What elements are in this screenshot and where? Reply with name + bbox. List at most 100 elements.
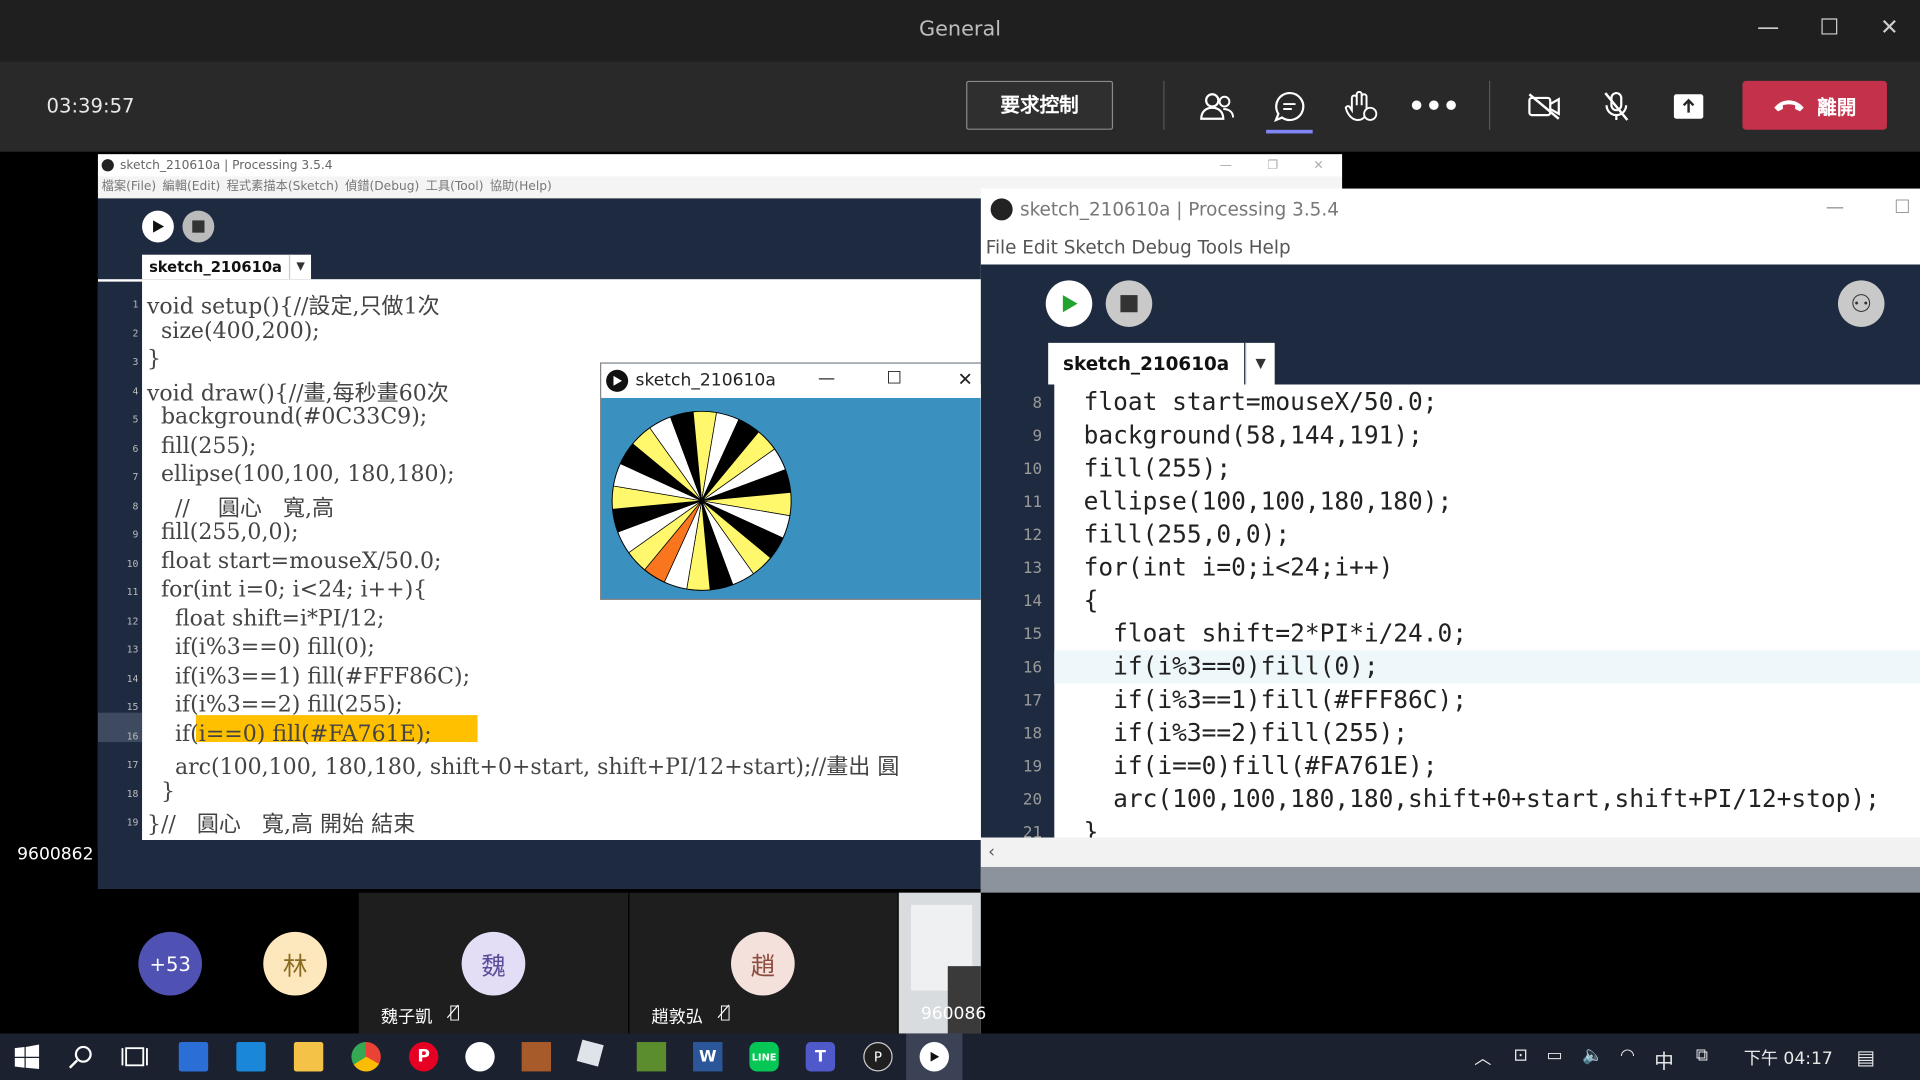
ime-indicator[interactable]: 中	[1654, 1044, 1674, 1073]
left-sketch-tab[interactable]: sketch_210610a	[142, 254, 289, 280]
minimize-icon[interactable]: —	[818, 369, 835, 389]
code-line[interactable]: }// 圓心 寬,高 開始 結束	[147, 807, 415, 839]
right-sketch-tab[interactable]: sketch_210610a	[1048, 342, 1245, 385]
mic-off-icon[interactable]	[1593, 83, 1640, 130]
code-line[interactable]: for(int i=0; i<24; i++){	[147, 577, 427, 603]
code-line[interactable]: background(#0C33C9);	[147, 404, 427, 430]
tab-menu-icon[interactable]: ▼	[288, 254, 312, 280]
maximize-icon[interactable]: ☐	[1815, 15, 1844, 44]
pinterest-icon[interactable]: P	[408, 1042, 439, 1072]
app-icon[interactable]	[521, 1042, 552, 1072]
device-icon[interactable]: ⊡	[1513, 1046, 1527, 1066]
code-line[interactable]: arc(100,100,180,180,shift+0+start,shift+…	[1084, 784, 1880, 813]
code-line[interactable]: if(i%3==1) fill(#FFF86C);	[147, 663, 470, 689]
right-code-editor[interactable]: 8 float start=mouseX/50.0; 9 background(58,…	[980, 384, 1920, 838]
app-icon[interactable]	[465, 1042, 495, 1072]
toolbar-divider	[1163, 80, 1165, 130]
code-line[interactable]: arc(100,100, 180,180, shift+0+start, shi…	[147, 749, 899, 781]
line-number: 12	[126, 615, 139, 627]
reactions-icon[interactable]	[1338, 83, 1385, 130]
code-line[interactable]: // 圓心 寬,高	[147, 490, 334, 522]
mail-icon[interactable]	[236, 1042, 266, 1072]
teams-icon[interactable]: T	[805, 1042, 836, 1072]
leave-label: 離開	[1817, 95, 1857, 119]
run-button[interactable]	[142, 210, 174, 243]
taskbar-clock[interactable]: 下午 04:17	[1744, 1046, 1833, 1070]
store-icon[interactable]	[178, 1042, 209, 1072]
code-line[interactable]: background(58,144,191);	[1084, 420, 1423, 449]
wifi-icon[interactable]: ◠	[1620, 1046, 1635, 1066]
line-number: 4	[132, 385, 139, 397]
maximize-icon[interactable]: ☐	[1894, 196, 1910, 218]
processing-icon[interactable]: P	[863, 1042, 893, 1072]
chevron-up-icon[interactable]: ︿	[1474, 1046, 1491, 1070]
stop-button[interactable]	[182, 210, 215, 243]
code-line[interactable]: ellipse(100,100,180,180);	[1084, 486, 1453, 515]
maximize-icon[interactable]: ☐	[887, 369, 902, 389]
tab-menu-icon[interactable]: ▼	[1245, 342, 1275, 385]
more-options-icon[interactable]: •••	[1408, 83, 1460, 130]
code-line[interactable]: if(i%3==2) fill(255);	[147, 692, 403, 718]
line-icon[interactable]: LINE	[749, 1042, 779, 1072]
minecraft-icon[interactable]	[636, 1042, 667, 1072]
close-icon[interactable]: ✕	[958, 369, 973, 391]
code-line[interactable]: if(i%3==1)fill(#FFF86C);	[1084, 684, 1467, 713]
code-line[interactable]: if(i==0)fill(#FA761E);	[1084, 751, 1437, 780]
request-control-button[interactable]: 要求控制	[966, 80, 1114, 130]
participant-tile[interactable]: 魏 魏子凱 🎙̸	[358, 892, 629, 1034]
code-line[interactable]: if(i==0) fill(#FA761E);	[147, 721, 432, 747]
participant-video-tile[interactable]: 960086	[898, 892, 986, 1034]
input-mode-icon[interactable]: ⧉	[1696, 1046, 1708, 1066]
sketch-run-icon[interactable]	[919, 1042, 949, 1072]
code-line[interactable]: if(i%3==0)fill(0);	[1084, 651, 1378, 680]
code-line[interactable]: }	[147, 778, 175, 804]
code-line[interactable]: if(i%3==2)fill(255);	[1084, 718, 1408, 747]
participant-tile[interactable]: 趙 趙敦弘 🎙̸	[629, 892, 898, 1034]
code-line[interactable]: fill(255,0,0);	[1084, 519, 1290, 548]
debug-icon[interactable]: ⚇	[1837, 280, 1885, 327]
code-line[interactable]: fill(255);	[147, 433, 257, 459]
code-line[interactable]: }	[1084, 817, 1099, 838]
code-line[interactable]: {	[1084, 585, 1099, 614]
notification-icon[interactable]: ▤	[1856, 1046, 1875, 1069]
scroll-left-icon[interactable]: ‹	[980, 837, 1920, 867]
maximize-icon[interactable]: ❐	[1267, 159, 1278, 172]
minimize-icon[interactable]: —	[1753, 15, 1782, 44]
code-line[interactable]: size(400,200);	[147, 318, 320, 344]
chrome-icon[interactable]	[351, 1042, 381, 1072]
participants-icon[interactable]	[1194, 83, 1241, 130]
code-line[interactable]: fill(255,0,0);	[147, 519, 299, 545]
chat-icon[interactable]	[1266, 83, 1313, 130]
task-view-icon[interactable]	[120, 1042, 149, 1071]
leave-button[interactable]: 離開	[1742, 80, 1887, 130]
code-line[interactable]: for(int i=0;i<24;i++)	[1084, 552, 1394, 581]
close-icon[interactable]: ✕	[1313, 159, 1323, 172]
code-line[interactable]: fill(255);	[1084, 453, 1231, 482]
run-button[interactable]	[1045, 280, 1093, 327]
code-line[interactable]: ellipse(100,100, 180,180);	[147, 462, 455, 488]
code-line[interactable]: float shift=i*PI/12;	[147, 606, 385, 632]
minimize-icon[interactable]: —	[1220, 159, 1232, 172]
camera-off-icon[interactable]	[1521, 83, 1568, 130]
code-line[interactable]: float start=mouseX/50.0;	[1084, 387, 1438, 416]
code-line[interactable]: float shift=2*PI*i/24.0;	[1084, 618, 1467, 647]
file-explorer-icon[interactable]	[293, 1042, 324, 1072]
code-line[interactable]: void setup(){//設定,只做1次	[147, 289, 440, 321]
close-icon[interactable]: ✕	[1875, 15, 1904, 44]
code-line[interactable]: void draw(){//畫,每秒畫60次	[147, 375, 449, 407]
windows-start-icon[interactable]	[12, 1042, 41, 1071]
battery-icon[interactable]: ▭	[1547, 1046, 1563, 1066]
right-window-titlebar: sketch_210610a | Processing 3.5.4 — ☐	[981, 189, 1920, 231]
more-participants-badge[interactable]: +53	[138, 931, 203, 996]
share-screen-icon[interactable]	[1665, 83, 1712, 130]
app-icon[interactable]	[576, 1039, 604, 1067]
code-line[interactable]: float start=mouseX/50.0;	[147, 548, 442, 574]
word-icon[interactable]: W	[693, 1042, 723, 1072]
stop-button[interactable]	[1105, 280, 1153, 327]
code-line[interactable]: }	[147, 347, 161, 373]
search-icon[interactable]	[66, 1042, 95, 1071]
right-menu-bar[interactable]: File Edit Sketch Debug Tools Help	[981, 230, 1920, 264]
code-line[interactable]: if(i%3==0) fill(0);	[147, 634, 375, 660]
minimize-icon[interactable]: —	[1826, 196, 1844, 218]
volume-icon[interactable]: 🔈	[1582, 1046, 1603, 1066]
